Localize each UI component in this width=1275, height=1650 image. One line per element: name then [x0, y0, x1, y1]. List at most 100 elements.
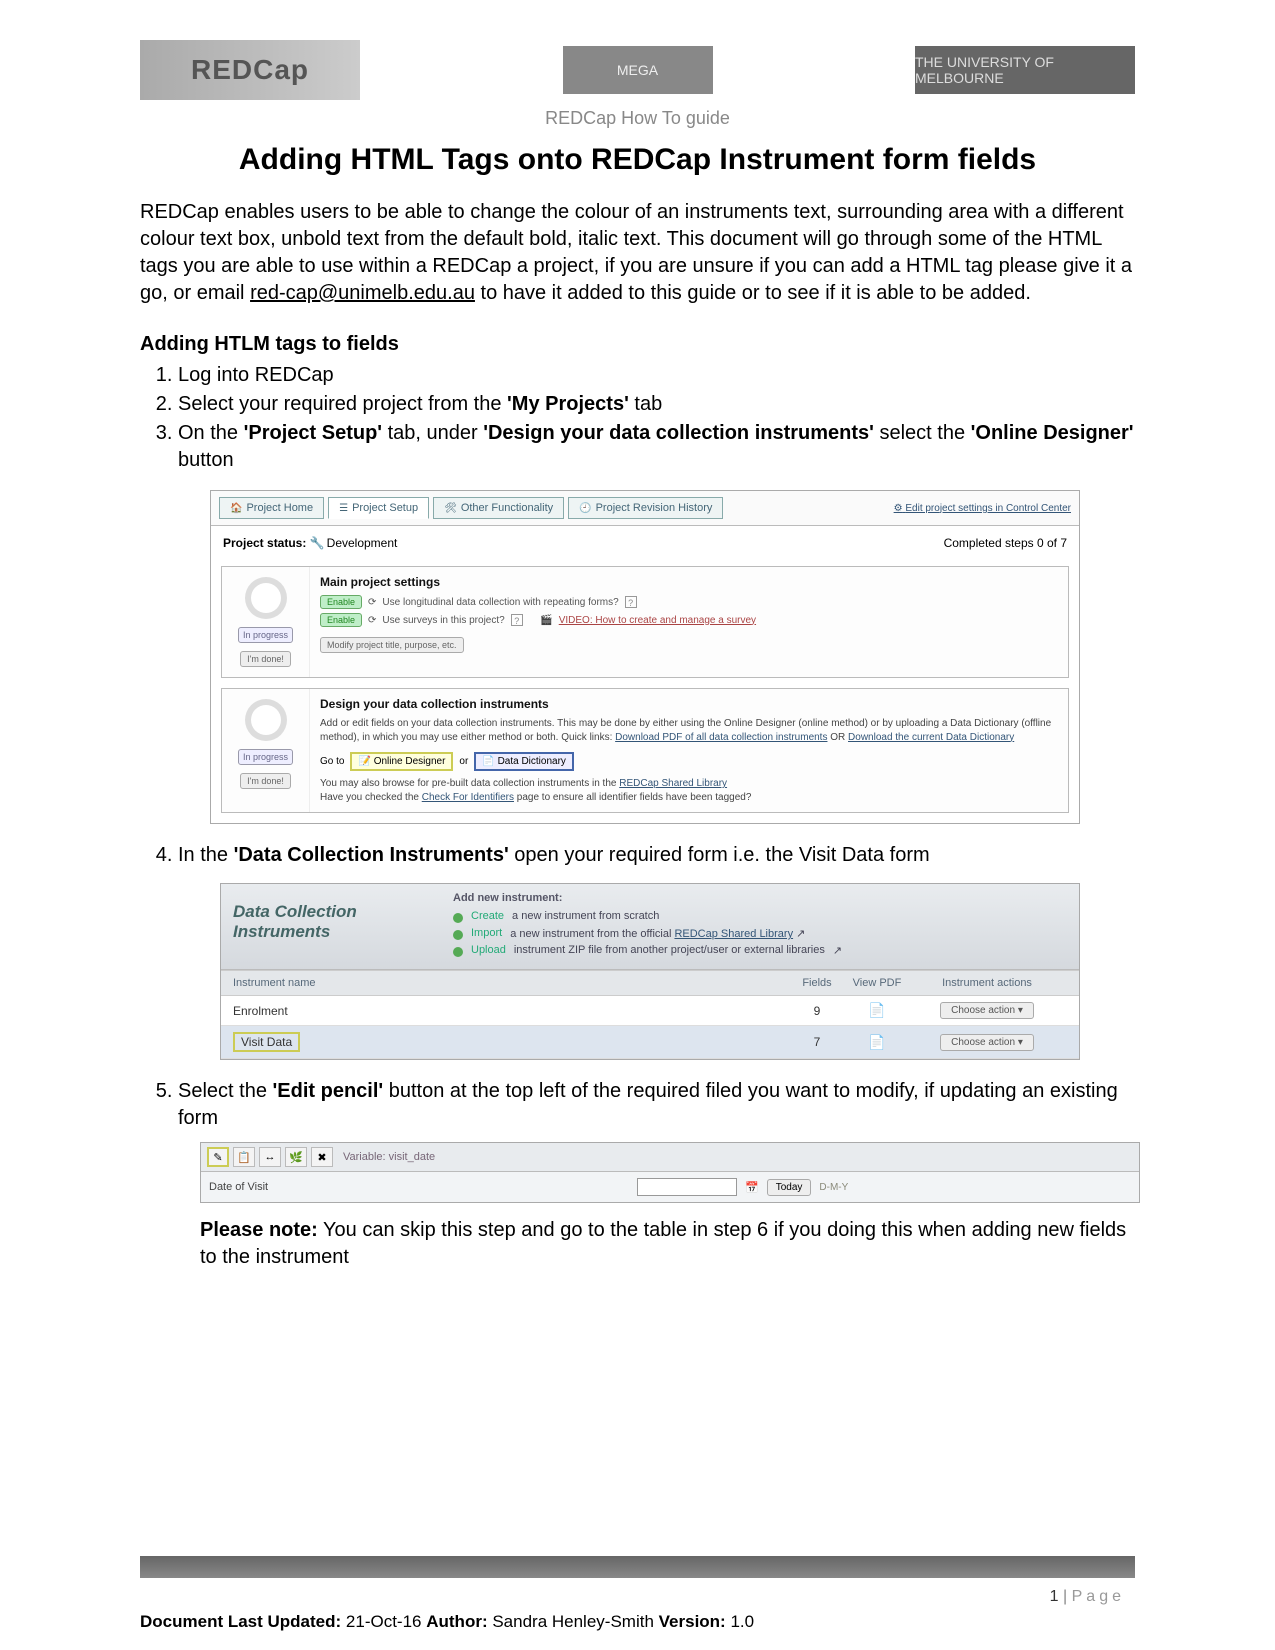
- panel-right-1: Main project settings Enable ⟳ Use longi…: [310, 567, 1068, 677]
- calendar-icon[interactable]: 📅: [745, 1181, 759, 1194]
- pdf-icon[interactable]: 📄: [847, 1002, 907, 1019]
- edit-pencil-button[interactable]: ✎: [207, 1147, 229, 1167]
- add-create-row: Create a new instrument from scratch: [453, 910, 1067, 923]
- choose-action-button[interactable]: Choose action ▾: [940, 1034, 1034, 1051]
- tab-other-label: Other Functionality: [461, 502, 553, 514]
- section-heading: Adding HTLM tags to fields: [140, 333, 1135, 356]
- table-row: Visit Data 7 📄 Choose action ▾: [221, 1026, 1079, 1059]
- identifiers-text: Have you checked the Check For Identifie…: [320, 791, 1058, 805]
- download-pdf-link[interactable]: Download PDF of all data collection inst…: [615, 732, 827, 743]
- field-toolbar: ✎ 📋 ↔ 🌿 ✖ Variable: visit_date: [201, 1143, 1139, 1172]
- s3d: 'Design your data collection instruments…: [483, 422, 874, 444]
- im-done-button[interactable]: I'm done!: [240, 773, 291, 789]
- intro-paragraph: REDCap enables users to be able to chang…: [140, 199, 1135, 307]
- header-logos: REDCap MEGA THE UNIVERSITY OF MELBOURNE: [140, 40, 1135, 100]
- edit-link-text: Edit project settings in Control Center: [905, 503, 1071, 514]
- enable-longitudinal-button[interactable]: Enable: [320, 595, 362, 609]
- col-view-pdf: View PDF: [847, 977, 907, 989]
- field-label: Date of Visit: [209, 1181, 629, 1193]
- copy-button[interactable]: 📋: [233, 1147, 255, 1167]
- s5b: 'Edit pencil': [273, 1080, 384, 1102]
- step-3: On the 'Project Setup' tab, under 'Desig…: [178, 420, 1135, 474]
- s3e: select the: [874, 422, 971, 444]
- auth-l: Author:: [426, 1612, 487, 1631]
- ca2: Choose action: [951, 1037, 1015, 1048]
- branch-button[interactable]: 🌿: [285, 1147, 307, 1167]
- document-metadata: Document Last Updated: 21-Oct-16 Author:…: [140, 1612, 754, 1632]
- external-icon: ↗: [796, 928, 805, 940]
- status-value: Development: [327, 536, 398, 550]
- page-title: Adding HTML Tags onto REDCap Instrument …: [140, 143, 1135, 177]
- visitdata-fields: 7: [787, 1035, 847, 1049]
- intro-email-link[interactable]: red-cap@unimelb.edu.au: [250, 282, 475, 304]
- p2t2a: You may also browse for pre-built data c…: [320, 778, 619, 789]
- upload-text: instrument ZIP file from another project…: [514, 944, 825, 956]
- plus-icon: [453, 913, 463, 923]
- download-dd-link[interactable]: Download the current Data Dictionary: [848, 732, 1014, 743]
- s3a: On the: [178, 422, 244, 444]
- ver-l: Version:: [659, 1612, 726, 1631]
- redcap-logo: REDCap: [140, 40, 360, 100]
- tab-revision-history[interactable]: 🕘 Project Revision History: [568, 497, 723, 519]
- delete-icon: ✖: [317, 1151, 326, 1164]
- create-button[interactable]: Create: [471, 910, 504, 922]
- import-button[interactable]: Import: [471, 927, 502, 939]
- enable-surveys-button[interactable]: Enable: [320, 613, 362, 627]
- enrolment-link[interactable]: Enrolment: [233, 1004, 787, 1018]
- date-input[interactable]: [637, 1178, 737, 1196]
- plus-icon: [453, 930, 463, 940]
- panel-right-2: Design your data collection instruments …: [310, 689, 1068, 812]
- choose-action-button[interactable]: Choose action ▾: [940, 1002, 1034, 1019]
- shared-library-link[interactable]: REDCap Shared Library: [619, 778, 727, 789]
- main-settings-title: Main project settings: [320, 575, 1058, 589]
- status-row: Project status: 🔧Development Completed s…: [211, 526, 1079, 560]
- tab-project-setup[interactable]: ☰Project Setup: [328, 497, 429, 519]
- data-dictionary-button[interactable]: 📄 Data Dictionary: [474, 752, 574, 771]
- s4c: open your required form i.e. the Visit D…: [509, 844, 930, 866]
- modify-project-button[interactable]: Modify project title, purpose, etc.: [320, 637, 464, 653]
- goto-label: Go to: [320, 756, 344, 767]
- col-actions: Instrument actions: [907, 977, 1067, 989]
- delete-button[interactable]: ✖: [311, 1147, 333, 1167]
- visit-data-link[interactable]: Visit Data: [233, 1032, 300, 1052]
- move-icon: ↔: [265, 1151, 276, 1163]
- online-designer-button[interactable]: 📝 Online Designer: [350, 752, 453, 771]
- external-icon: ↗: [833, 944, 842, 957]
- mega-logo: MEGA: [563, 46, 713, 94]
- s3f: 'Online Designer': [971, 422, 1134, 444]
- col-instrument-name: Instrument name: [233, 977, 787, 989]
- s3b: 'Project Setup': [244, 422, 382, 444]
- panel-left-2: In progress I'm done!: [222, 689, 310, 812]
- video-icon: 🎬: [540, 615, 552, 626]
- add-import-row: Import a new instrument from the officia…: [453, 927, 1067, 940]
- chevron-down-icon: ▾: [1018, 1037, 1023, 1048]
- completed-steps: Completed steps 0 of 7: [944, 536, 1067, 550]
- shared-library-text: You may also browse for pre-built data c…: [320, 777, 1058, 791]
- pdf-icon[interactable]: 📄: [847, 1034, 907, 1051]
- tab-history-label: Project Revision History: [596, 502, 713, 514]
- today-button[interactable]: Today: [767, 1179, 812, 1196]
- step-2: Select your required project from the 'M…: [178, 391, 1135, 418]
- import-shared-library-link[interactable]: REDCap Shared Library: [674, 928, 793, 940]
- upd-v: 21-Oct-16: [341, 1612, 426, 1631]
- help-icon[interactable]: ?: [511, 614, 523, 626]
- wrench-icon: 🔧: [310, 536, 325, 550]
- check-identifiers-link[interactable]: Check For Identifiers: [422, 792, 514, 803]
- video-link[interactable]: VIDEO: How to create and manage a survey: [559, 615, 756, 626]
- im-done-button[interactable]: I'm done!: [240, 651, 291, 667]
- tab-other-functionality[interactable]: 🛠Other Functionality: [433, 497, 564, 519]
- history-icon: 🕘: [579, 503, 591, 514]
- move-button[interactable]: ↔: [259, 1147, 281, 1167]
- tab-project-home[interactable]: 🏠Project Home: [219, 497, 324, 519]
- check-icon: ⟳: [368, 615, 376, 626]
- step-2-c: tab: [629, 393, 662, 415]
- p2t3a: Have you checked the: [320, 792, 422, 803]
- s5a: Select the: [178, 1080, 273, 1102]
- step-1: Log into REDCap: [178, 362, 1135, 389]
- gear-icon: ⚙: [894, 503, 903, 514]
- upload-button[interactable]: Upload: [471, 944, 506, 956]
- step-4: In the 'Data Collection Instruments' ope…: [178, 842, 1135, 869]
- help-icon[interactable]: ?: [625, 596, 637, 608]
- edit-settings-link[interactable]: ⚙ Edit project settings in Control Cente…: [894, 503, 1071, 514]
- unimelb-logo: THE UNIVERSITY OF MELBOURNE: [915, 46, 1135, 94]
